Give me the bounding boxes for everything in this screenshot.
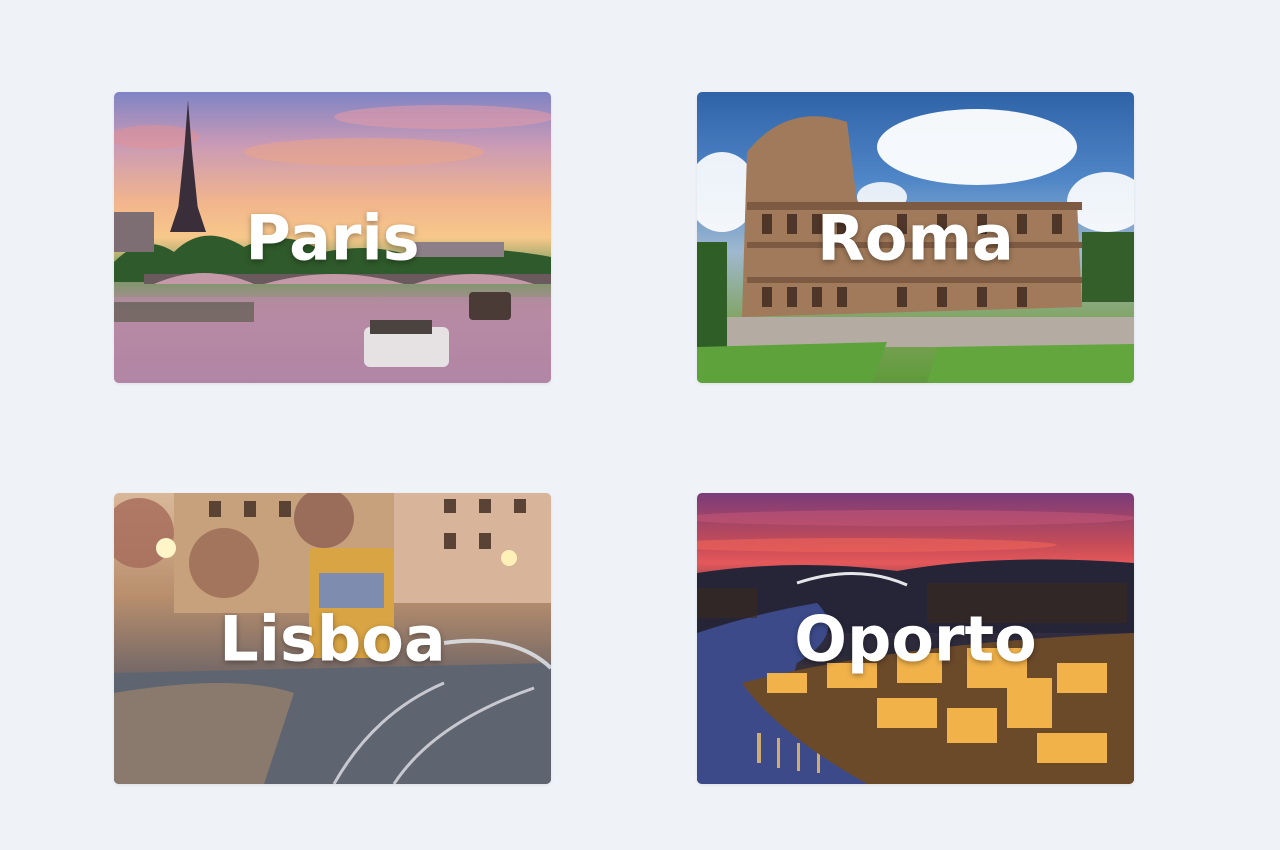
city-grid: Paris Roma Lisboa Oporto bbox=[0, 0, 1280, 850]
city-card-oporto[interactable]: Oporto bbox=[697, 493, 1134, 784]
city-title: Roma bbox=[817, 201, 1014, 274]
city-title: Paris bbox=[245, 201, 420, 274]
city-card-lisboa[interactable]: Lisboa bbox=[114, 493, 551, 784]
city-card-roma[interactable]: Roma bbox=[697, 92, 1134, 383]
city-title: Oporto bbox=[794, 602, 1037, 675]
city-title: Lisboa bbox=[219, 602, 446, 675]
city-card-paris[interactable]: Paris bbox=[114, 92, 551, 383]
